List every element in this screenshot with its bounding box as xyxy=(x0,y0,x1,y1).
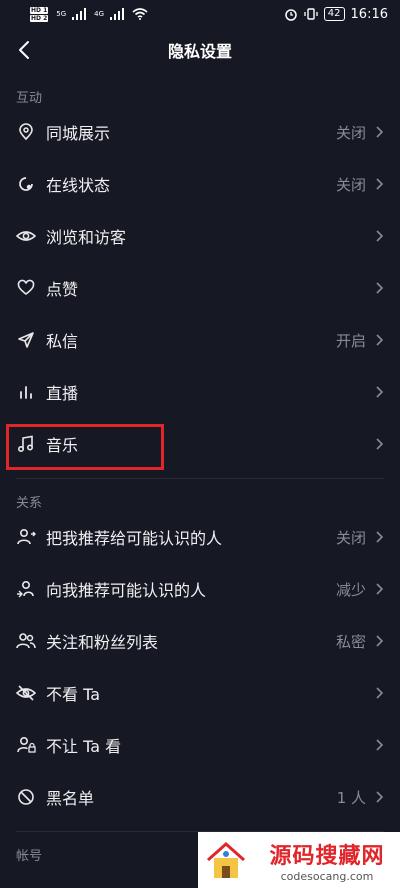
hd2-badge: HD 2 xyxy=(30,14,49,22)
row-label: 在线状态 xyxy=(46,176,111,195)
back-button[interactable] xyxy=(12,36,36,64)
row-value: 关闭 xyxy=(335,123,366,142)
house-logo-icon xyxy=(198,832,254,888)
watermark: 源码搜藏网 codesocang.com xyxy=(198,832,400,888)
row-music[interactable]: 音乐 xyxy=(0,418,400,470)
page-title: 隐私设置 xyxy=(167,42,232,61)
chevron-right-icon xyxy=(374,790,384,804)
status-right: 42 16:16 xyxy=(284,7,388,22)
row-label: 私信 xyxy=(46,332,79,351)
row-recommend-to-me[interactable]: 向我推荐可能认识的人 减少 xyxy=(0,563,400,615)
signal-icon-2 xyxy=(110,8,125,20)
status-bar: HD 1 HD 2 5G 4G 42 16:16 xyxy=(0,0,400,28)
heart-icon xyxy=(16,278,36,298)
row-value: 关闭 xyxy=(335,175,366,194)
signal-icon xyxy=(72,8,87,20)
row-label: 不看 Ta xyxy=(46,685,101,704)
chevron-right-icon xyxy=(374,738,384,752)
row-label: 直播 xyxy=(46,384,79,403)
chevron-right-icon xyxy=(374,634,384,648)
row-label: 黑名单 xyxy=(46,789,95,808)
row-value: 减少 xyxy=(335,580,366,599)
chevron-right-icon xyxy=(374,530,384,544)
block-icon xyxy=(16,787,36,807)
chevron-left-icon xyxy=(19,41,29,59)
online-status-icon xyxy=(16,174,36,194)
row-block-ta-view[interactable]: 不让 Ta 看 xyxy=(0,719,400,771)
section-header-interaction: 互动 xyxy=(16,91,43,106)
chevron-right-icon xyxy=(374,229,384,243)
row-direct-messages[interactable]: 私信 开启 xyxy=(0,314,400,366)
vibrate-icon xyxy=(304,8,318,20)
users-icon xyxy=(16,631,36,651)
chevron-right-icon xyxy=(374,686,384,700)
alarm-icon xyxy=(285,9,297,21)
row-blacklist[interactable]: 黑名单 1 人 xyxy=(0,771,400,823)
row-value: 1 人 xyxy=(336,788,366,807)
wifi-icon xyxy=(132,8,148,20)
user-lock-icon xyxy=(16,735,36,755)
chevron-right-icon xyxy=(374,281,384,295)
row-label: 不让 Ta 看 xyxy=(46,737,122,756)
chevron-right-icon xyxy=(374,125,384,139)
battery-indicator: 42 xyxy=(323,7,345,21)
row-label: 向我推荐可能认识的人 xyxy=(46,581,207,600)
row-label: 把我推荐给可能认识的人 xyxy=(46,529,223,548)
clock: 16:16 xyxy=(350,6,388,22)
section-header-relations: 关系 xyxy=(16,496,43,511)
row-label: 点赞 xyxy=(46,280,79,299)
watermark-en: codesocang.com xyxy=(280,869,374,883)
section-divider xyxy=(16,478,384,479)
watermark-text: 源码搜藏网 codesocang.com xyxy=(254,838,400,883)
row-value: 开启 xyxy=(335,331,366,350)
status-left: HD 1 HD 2 5G 4G xyxy=(30,6,148,22)
row-online-status[interactable]: 在线状态 关闭 xyxy=(0,158,400,210)
network-5g-label: 5G xyxy=(56,10,67,18)
eye-icon xyxy=(16,226,36,246)
row-local-display[interactable]: 同城展示 关闭 xyxy=(0,106,400,158)
network-4g-label: 4G xyxy=(94,10,105,18)
send-icon xyxy=(16,330,36,350)
hd1-badge: HD 1 xyxy=(30,6,49,14)
chevron-right-icon xyxy=(374,582,384,596)
row-likes[interactable]: 点赞 xyxy=(0,262,400,314)
row-recommend-me[interactable]: 把我推荐给可能认识的人 关闭 xyxy=(0,511,400,563)
eye-off-icon xyxy=(16,683,36,703)
chevron-right-icon xyxy=(374,385,384,399)
nav-bar: 隐私设置 xyxy=(0,28,400,72)
location-pin-icon xyxy=(16,122,36,142)
row-label: 浏览和访客 xyxy=(46,228,127,247)
row-label: 同城展示 xyxy=(46,124,111,143)
hd-indicators: HD 1 HD 2 xyxy=(30,6,49,22)
user-recommend-icon xyxy=(16,579,36,599)
chevron-right-icon xyxy=(374,437,384,451)
watermark-cn: 源码搜藏网 xyxy=(269,843,385,869)
row-live[interactable]: 直播 xyxy=(0,366,400,418)
chevron-right-icon xyxy=(374,177,384,191)
chevron-right-icon xyxy=(374,333,384,347)
row-follow-fans-list[interactable]: 关注和粉丝列表 私密 xyxy=(0,615,400,667)
live-bars-icon xyxy=(16,382,36,402)
row-hide-ta[interactable]: 不看 Ta xyxy=(0,667,400,719)
highlight-box xyxy=(6,424,164,470)
user-share-icon xyxy=(16,527,36,547)
row-label: 关注和粉丝列表 xyxy=(46,633,159,652)
row-value: 私密 xyxy=(335,632,366,651)
row-value: 关闭 xyxy=(335,528,366,547)
row-browsing-visitors[interactable]: 浏览和访客 xyxy=(0,210,400,262)
